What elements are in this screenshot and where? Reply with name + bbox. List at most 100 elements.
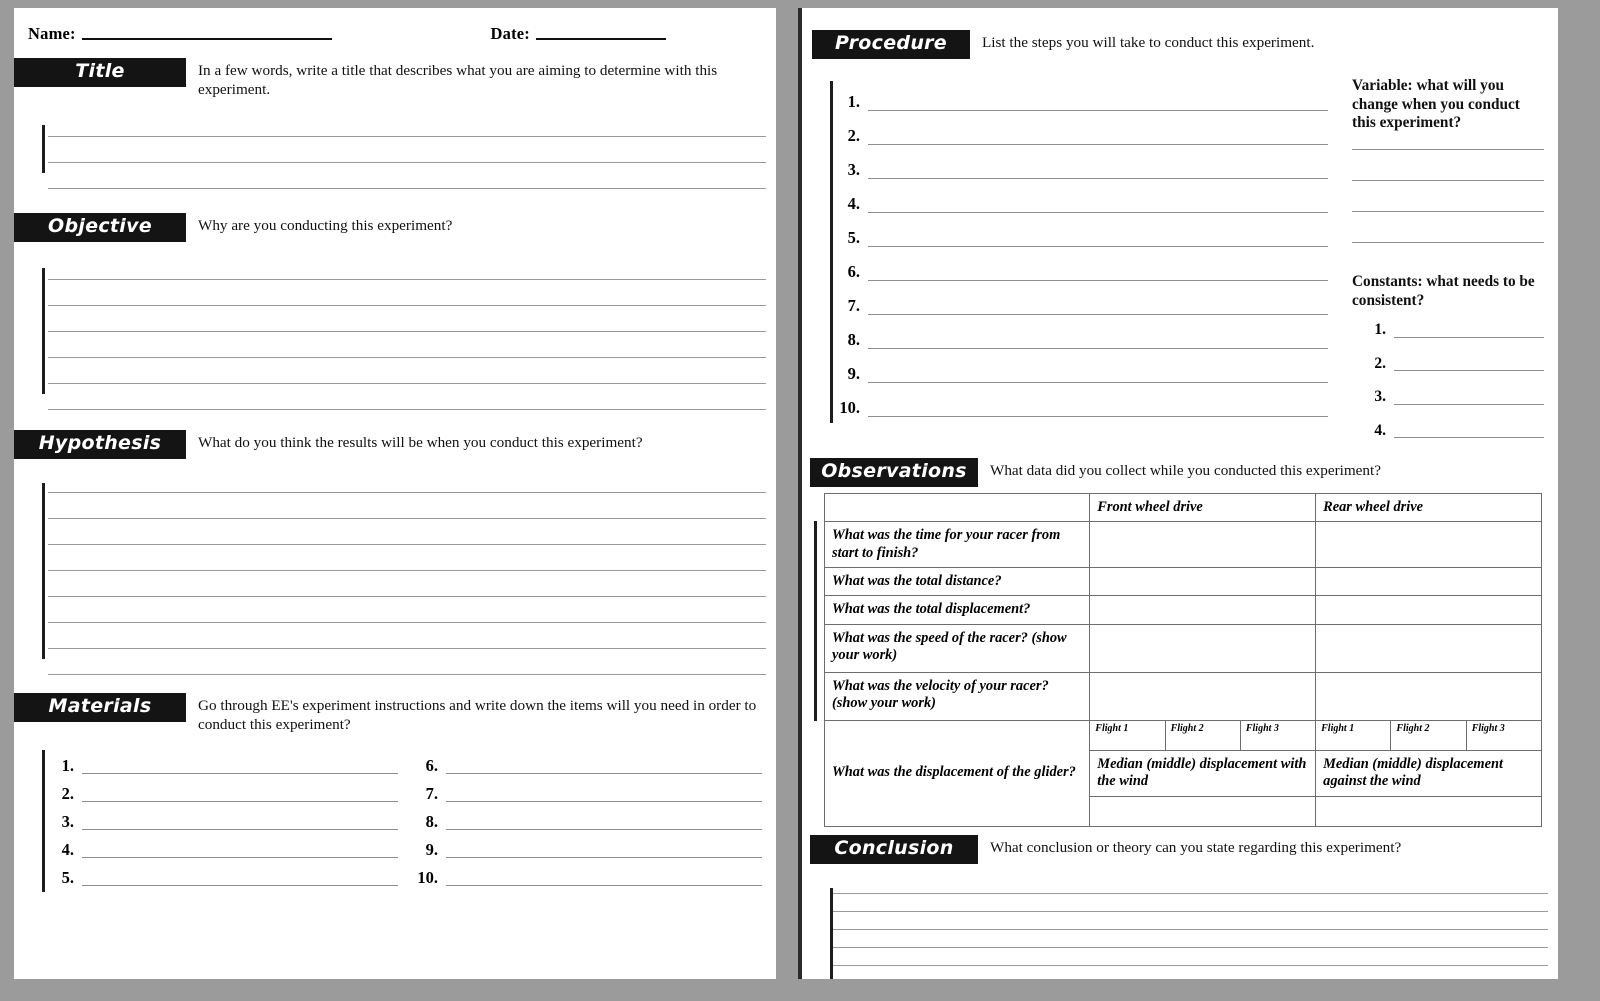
- list-input-rule[interactable]: [868, 313, 1328, 315]
- list-input-rule[interactable]: [446, 857, 762, 859]
- list-input-rule[interactable]: [868, 143, 1328, 145]
- variable-answer-lines[interactable]: [1352, 148, 1544, 243]
- list-input-rule[interactable]: [868, 177, 1328, 179]
- list-item[interactable]: 8.: [834, 315, 1342, 349]
- list-input-rule[interactable]: [446, 885, 762, 887]
- conclusion-answer-lines[interactable]: [802, 876, 1558, 980]
- column-header-front-wheel-drive: Front wheel drive: [1089, 493, 1317, 523]
- list-input-rule[interactable]: [1394, 437, 1544, 439]
- answer-cell-front[interactable]: [1089, 595, 1317, 625]
- hypothesis-answer-lines[interactable]: [14, 471, 776, 675]
- list-item[interactable]: 5.: [834, 213, 1342, 247]
- list-item[interactable]: 5.: [48, 858, 412, 887]
- list-item[interactable]: 10.: [834, 383, 1342, 417]
- list-number: 8.: [847, 330, 860, 350]
- answer-cell-front[interactable]: [1089, 623, 1317, 673]
- ruled-line[interactable]: [48, 471, 766, 493]
- answer-cell-rear[interactable]: [1315, 566, 1542, 597]
- list-item[interactable]: 6.: [412, 746, 776, 775]
- ruled-line[interactable]: [48, 280, 766, 307]
- ruled-line[interactable]: [832, 948, 1548, 966]
- list-input-rule[interactable]: [868, 245, 1328, 247]
- list-item[interactable]: 4.: [48, 830, 412, 859]
- list-input-rule[interactable]: [82, 885, 398, 887]
- list-input-rule[interactable]: [82, 857, 398, 859]
- answer-cell-front[interactable]: [1089, 566, 1317, 597]
- objective-answer-lines[interactable]: [14, 256, 776, 411]
- title-answer-lines[interactable]: [14, 113, 776, 190]
- list-item[interactable]: 3.: [48, 802, 412, 831]
- ruled-line[interactable]: [1352, 148, 1544, 150]
- ruled-line[interactable]: [48, 597, 766, 623]
- ruled-line[interactable]: [48, 256, 766, 281]
- ruled-line[interactable]: [48, 545, 766, 571]
- list-input-rule[interactable]: [868, 211, 1328, 213]
- ruled-line[interactable]: [1352, 241, 1544, 243]
- ruled-line[interactable]: [832, 876, 1548, 894]
- answer-cell-front[interactable]: [1089, 521, 1317, 568]
- ruled-line[interactable]: [832, 966, 1548, 980]
- list-input-rule[interactable]: [1394, 370, 1544, 372]
- median-against-wind-answer[interactable]: [1315, 795, 1542, 827]
- list-input-rule[interactable]: [82, 801, 398, 803]
- list-item[interactable]: 6.: [834, 247, 1342, 281]
- section-prompt-hypothesis: What do you think the results will be wh…: [198, 434, 643, 452]
- ruled-line[interactable]: [48, 623, 766, 649]
- list-item[interactable]: 4.: [1366, 423, 1544, 439]
- ruled-line[interactable]: [832, 912, 1548, 930]
- list-input-rule[interactable]: [1394, 336, 1544, 338]
- answer-cell-rear[interactable]: [1315, 671, 1542, 721]
- list-input-rule[interactable]: [82, 829, 398, 831]
- list-item[interactable]: 8.: [412, 802, 776, 831]
- date-input-rule[interactable]: [536, 38, 666, 40]
- ruled-line[interactable]: [1352, 179, 1544, 181]
- list-input-rule[interactable]: [868, 109, 1328, 111]
- ruled-line[interactable]: [832, 930, 1548, 948]
- ruled-line[interactable]: [48, 493, 766, 519]
- list-item[interactable]: 2.: [1366, 356, 1544, 372]
- flight-header-rear-1: Flight 1: [1315, 719, 1392, 751]
- list-input-rule[interactable]: [446, 773, 762, 775]
- list-item[interactable]: 10.: [412, 858, 776, 887]
- list-item[interactable]: 7.: [412, 774, 776, 803]
- list-item[interactable]: 9.: [412, 830, 776, 859]
- ruled-line[interactable]: [48, 649, 766, 675]
- ruled-line[interactable]: [48, 519, 766, 545]
- list-item[interactable]: 1.: [48, 746, 412, 775]
- ruled-line[interactable]: [48, 163, 766, 190]
- list-item[interactable]: 3.: [834, 145, 1342, 179]
- list-input-rule[interactable]: [868, 347, 1328, 349]
- list-item[interactable]: 9.: [834, 349, 1342, 383]
- list-input-rule[interactable]: [446, 829, 762, 831]
- list-item[interactable]: 2.: [834, 111, 1342, 145]
- list-input-rule[interactable]: [868, 415, 1328, 417]
- median-with-wind-answer[interactable]: [1089, 795, 1317, 827]
- answer-cell-rear[interactable]: [1315, 595, 1542, 625]
- list-input-rule[interactable]: [868, 381, 1328, 383]
- ruled-line[interactable]: [48, 571, 766, 597]
- answer-cell-rear[interactable]: [1315, 521, 1542, 568]
- ruled-line[interactable]: [48, 113, 766, 138]
- ruled-line[interactable]: [48, 137, 766, 164]
- list-item[interactable]: 7.: [834, 281, 1342, 315]
- list-item[interactable]: 3.: [1366, 389, 1544, 405]
- list-input-rule[interactable]: [446, 801, 762, 803]
- answer-cell-front[interactable]: [1089, 671, 1317, 721]
- list-item[interactable]: 1.: [834, 77, 1342, 111]
- ruled-line[interactable]: [48, 358, 766, 385]
- ruled-line[interactable]: [1352, 210, 1544, 212]
- list-input-rule[interactable]: [82, 773, 398, 775]
- answer-cell-rear[interactable]: [1315, 623, 1542, 673]
- list-input-rule[interactable]: [868, 279, 1328, 281]
- list-input-rule[interactable]: [1394, 403, 1544, 405]
- ruled-line[interactable]: [48, 332, 766, 359]
- ruled-line[interactable]: [48, 384, 766, 411]
- list-item[interactable]: 4.: [834, 179, 1342, 213]
- table-header-row: Front wheel drive Rear wheel drive: [823, 493, 1542, 523]
- name-input-rule[interactable]: [81, 38, 332, 40]
- ruled-line[interactable]: [48, 306, 766, 333]
- list-number: 1.: [1374, 321, 1386, 339]
- list-item[interactable]: 1.: [1366, 322, 1544, 338]
- ruled-line[interactable]: [832, 894, 1548, 912]
- list-item[interactable]: 2.: [48, 774, 412, 803]
